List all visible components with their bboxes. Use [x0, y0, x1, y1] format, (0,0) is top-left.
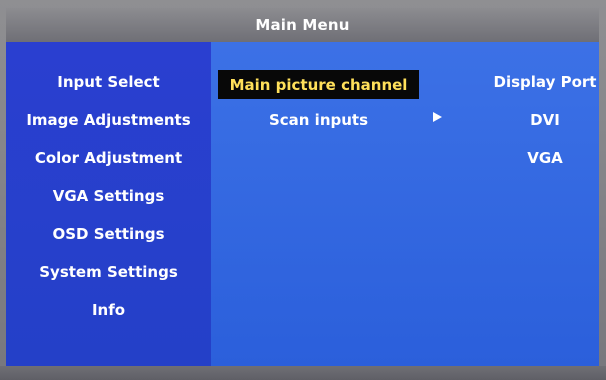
- menu-item-image-adjustments[interactable]: Image Adjustments: [6, 110, 211, 130]
- submenu-selected-label: Main picture channel: [229, 75, 408, 94]
- menu-item-osd-settings[interactable]: OSD Settings: [6, 224, 211, 244]
- menu-title: Main Menu: [255, 16, 350, 34]
- menu-item-vga-settings[interactable]: VGA Settings: [6, 186, 211, 206]
- submenu-pane: Main picture channel Scan inputs Display…: [211, 42, 599, 366]
- left-menu: Input Select Image Adjustments Color Adj…: [6, 42, 211, 366]
- menu-item-info[interactable]: Info: [6, 300, 211, 320]
- menu-body: Input Select Image Adjustments Color Adj…: [6, 42, 599, 366]
- option-vga[interactable]: VGA: [491, 148, 599, 168]
- menu-item-color-adjustment[interactable]: Color Adjustment: [6, 148, 211, 168]
- menu-item-input-select[interactable]: Input Select: [6, 72, 211, 92]
- option-dvi[interactable]: DVI: [491, 110, 599, 130]
- submenu-item-main-picture-channel[interactable]: Main picture channel: [218, 70, 419, 99]
- osd-screen: Main Menu Input Select Image Adjustments…: [0, 0, 606, 380]
- submenu-item-scan-inputs[interactable]: Scan inputs: [218, 110, 419, 130]
- right-triangle-icon: [433, 112, 442, 122]
- bottom-bezel: [0, 366, 606, 380]
- option-display-port[interactable]: Display Port: [491, 72, 599, 92]
- title-bar: Main Menu: [6, 8, 599, 42]
- menu-item-system-settings[interactable]: System Settings: [6, 262, 211, 282]
